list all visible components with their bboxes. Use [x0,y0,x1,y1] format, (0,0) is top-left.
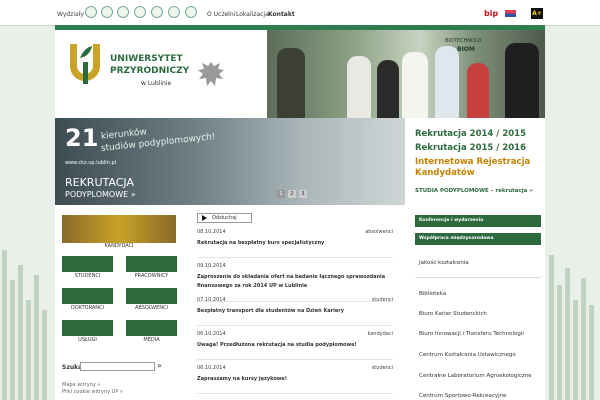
banner-rekrutacja: REKRUTACJA [65,176,134,189]
tile-kandydaci[interactable] [62,215,176,243]
link-kandydatow[interactable]: Kandydatów [415,168,475,178]
faculty-icon-7[interactable] [185,6,197,18]
banner-number: 21 [65,124,99,152]
audience-nav: KANDYDACI STUDENCI PRACOWNICY DOKTORANCI… [55,205,185,400]
tile-absolwenci[interactable] [126,288,177,304]
banner-url: www.ckz.up.lublin.pl [65,160,117,166]
news-item[interactable]: 06.10.2014 kandydaci Uwaga! Przedłużona … [197,331,393,360]
link-rekrutacja-2014[interactable]: Rekrutacja 2014 / 2015 [415,129,526,139]
university-logo-icon[interactable] [68,42,104,86]
news-category: absolwenci [365,229,393,235]
tile-doktoranci[interactable] [62,288,113,304]
news-date: 09.10.2014 [197,263,226,269]
news-date: 07.10.2014 [197,297,226,303]
logo-text-3: w Lublinie [141,80,172,87]
news-item[interactable]: 06.10.2014 studenci Zapraszamy na kursy … [197,365,393,394]
banner-dot-3[interactable]: 3 [299,190,307,198]
link-pliki-cookie[interactable]: Pliki cookie witryny UP » [62,389,123,395]
label-media: MEDIA [143,337,160,343]
label-doktoranci: DOKTORANCI [70,305,105,311]
link-kontakt[interactable]: Kontakt [268,11,295,18]
promo-banner[interactable]: 21 kierunków studiów podyplomowych! www.… [55,118,405,205]
news-title[interactable]: Uwaga! Przedłużona rekrutacja na studia … [197,341,393,350]
header: UNIWERSYTET PRZYRODNICZY w Lublinie BIOT… [55,30,545,118]
link-biblioteka[interactable]: Biblioteka [419,291,446,297]
faculty-icon-5[interactable] [151,6,163,18]
news-title[interactable]: Rekrutacja na bezpłatny kurs specjalisty… [197,239,393,248]
faculty-icon-3[interactable] [117,6,129,18]
news-date: 06.10.2014 [197,331,226,337]
header-students-photo: BIOTECHNOLO BIOM [267,30,545,118]
english-flag-icon[interactable] [505,10,516,17]
link-rekrutacja-2015[interactable]: Rekrutacja 2015 / 2016 [415,143,526,153]
news-date: 06.10.2014 [197,365,226,371]
photo-sign-text-2: BIOM [457,46,475,53]
btn-wspolpraca[interactable]: Współpraca międzynarodowa [415,233,541,245]
quick-links: Konferencje i wydarzenia Współpraca międ… [405,205,545,400]
top-bar: Wydziały O Uczelni Lokalizacja Kontakt b… [0,0,600,26]
listen-button[interactable]: Odsłuchaj [197,213,252,223]
eagle-emblem-icon [198,62,224,86]
news-item[interactable]: 08.10.2014 absolwenci Rekrutacja na bezp… [197,229,393,258]
tile-pracownicy[interactable] [126,256,177,272]
link-laboratorium[interactable]: Centralne Laboratorium Agroekologiczne [419,373,532,379]
news-title[interactable]: Zapraszamy na kursy językowe! [197,375,393,384]
link-mapa-witryny[interactable]: Mapa witryny » [62,382,100,388]
banner-dot-1[interactable]: 1 [277,190,285,198]
link-lokalizacja[interactable]: Lokalizacja [236,11,269,18]
link-jakosc-ksztalcenia[interactable]: Jakość kształcenia [419,260,469,266]
faculty-icon-4[interactable] [134,6,146,18]
news-category: studenci [371,365,393,371]
news-title[interactable]: Bezpłatny transport dla studentów na Dzi… [197,307,393,316]
divider [415,277,541,278]
label-uslugi: USŁUGI [78,337,97,343]
bip-logo[interactable]: bip [484,9,498,18]
news-category: studenci [371,297,393,303]
recruitment-box: Rekrutacja 2014 / 2015 Rekrutacja 2015 /… [405,118,545,205]
tile-studenci[interactable] [62,256,113,272]
link-centrum-sportowe[interactable]: Centrum Sportowo-Rekreacyjne [419,393,507,399]
link-biuro-innowacji[interactable]: Biuro Innowacji i Transferu Technologii [419,331,524,337]
link-biuro-karier[interactable]: Biuro Karier Studenckich [419,311,487,317]
banner-dot-2[interactable]: 2 [288,190,296,198]
news-date: 08.10.2014 [197,229,226,235]
link-internetowa-rejestracja[interactable]: Internetowa Rejestracja [415,157,530,167]
font-size-button[interactable]: A+ [531,8,543,19]
link-centrum-ksztalcenia[interactable]: Centrum Kształcenia Ustawicznego [419,352,516,358]
link-o-uczelni[interactable]: O Uczelni [207,11,235,18]
label-pracownicy: PRACOWNICY [134,273,169,279]
search-input[interactable] [80,362,155,371]
label-studenci: STUDENCI [74,273,101,279]
search-submit-button[interactable]: » [157,361,162,370]
logo-text-2: PRZYRODNICZY [110,66,190,76]
tile-uslugi[interactable] [62,320,113,336]
tile-media[interactable] [126,320,177,336]
btn-konferencje[interactable]: Konferencje i wydarzenia [415,215,541,227]
label-absolwenci: ABSOLWENCI [134,305,168,311]
label-kandydaci: KANDYDACI [104,243,134,249]
link-studia-podyplomowe[interactable]: STUDIA PODYPLOMOWE – rekrutacja » [415,188,533,194]
news-category: kandydaci [367,331,393,337]
photo-sign-text-1: BIOTECHNOLO [445,38,482,44]
faculties-label: Wydziały [57,11,84,18]
banner-podyplomowe: PODYPLOMOWE » [65,190,136,199]
faculty-icon-2[interactable] [101,6,113,18]
news-item[interactable]: 07.10.2014 studenci Bezpłatny transport … [197,297,393,326]
logo-text-1: UNIWERSYTET [110,54,183,64]
news-list: Odsłuchaj 08.10.2014 absolwenci Rekrutac… [185,205,405,400]
faculty-icon-1[interactable] [85,6,97,18]
news-title[interactable]: Zaproszenie do składania ofert na badani… [197,273,393,291]
faculty-icon-6[interactable] [168,6,180,18]
